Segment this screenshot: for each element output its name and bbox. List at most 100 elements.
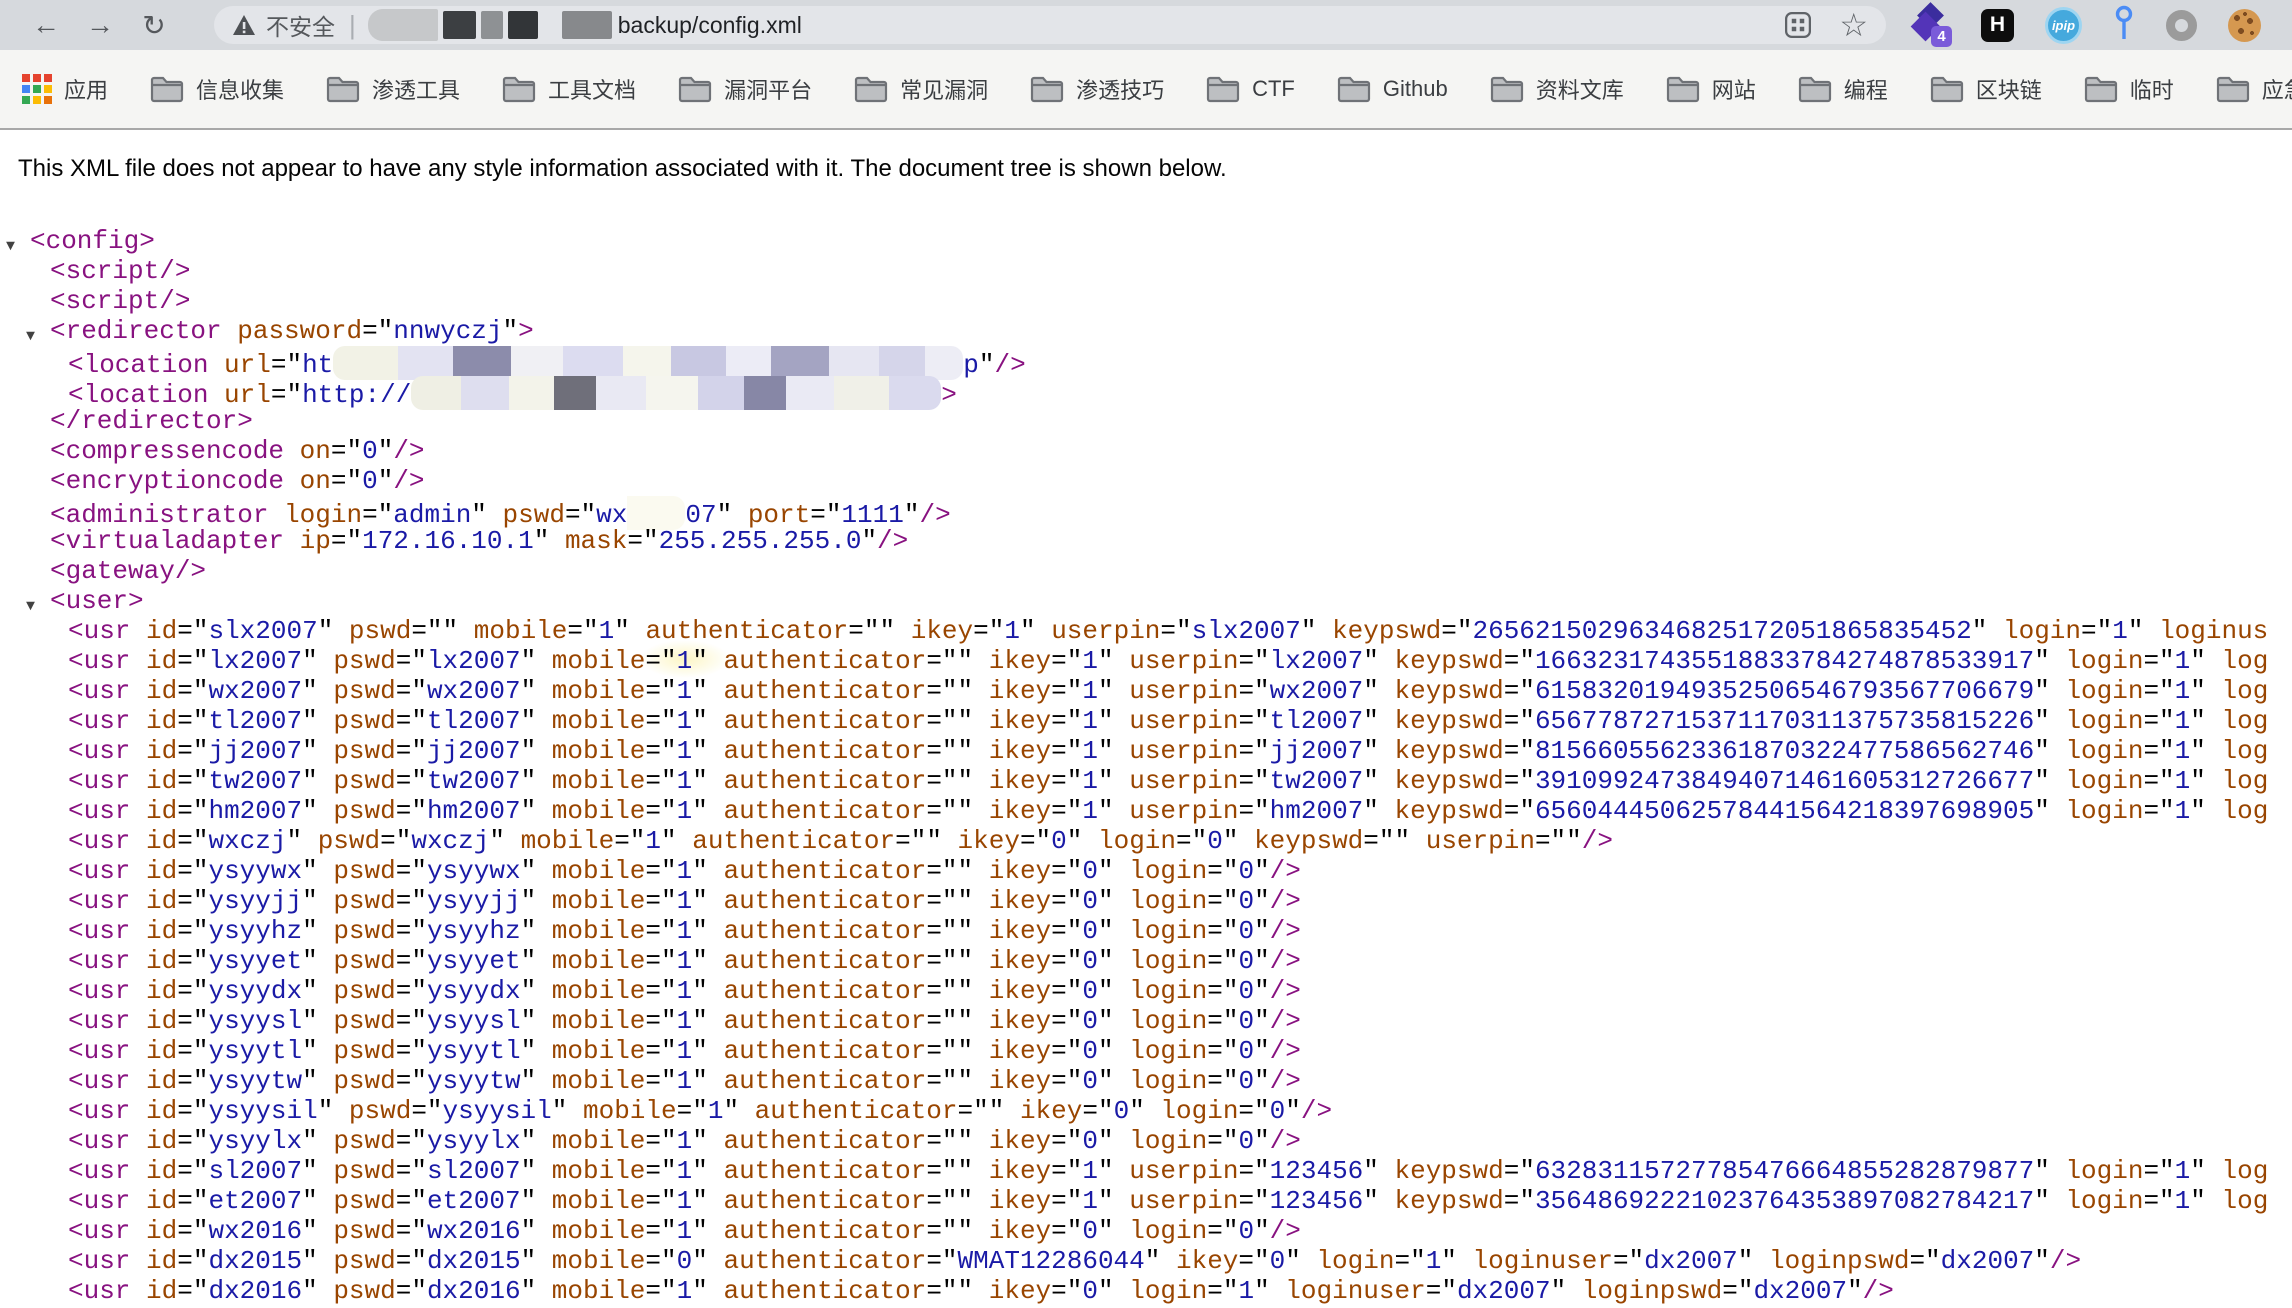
forward-button[interactable]: → [80, 5, 120, 45]
xml-token: login [1160, 1096, 1238, 1126]
back-button[interactable]: ← [26, 5, 66, 45]
xml-token: id [146, 976, 177, 1006]
xml-token: userpin [1129, 646, 1238, 676]
xml-token: " [1254, 1216, 1270, 1246]
xml-token: " [692, 1186, 708, 1216]
xml-token: " [521, 1246, 537, 1276]
ipip-extension-icon[interactable]: ipip [2045, 7, 2082, 44]
bookmark-item[interactable]: 编程 [1798, 73, 1888, 105]
xml-token: =" [1082, 1096, 1113, 1126]
xml-token: authenticator [645, 616, 848, 646]
xml-token [318, 706, 334, 736]
xml-token [284, 466, 300, 496]
xml-token: <usr [68, 616, 130, 646]
bookmark-item[interactable]: 渗透技巧 [1030, 73, 1164, 105]
xml-token [2206, 736, 2222, 766]
xml-token [536, 856, 552, 886]
xml-token: mobile [552, 1126, 646, 1156]
redaction-block [879, 346, 925, 380]
xml-token: wx2007 [208, 676, 302, 706]
xml-token: " [302, 1216, 318, 1246]
xml-token: dx2007 [1753, 1276, 1847, 1306]
xml-token: " [2034, 706, 2050, 736]
bookmark-label: 信息收集 [196, 73, 284, 105]
xml-token: pswd [333, 646, 395, 676]
bookmark-item[interactable]: 临时 [2084, 73, 2174, 105]
address-bar[interactable]: 不安全 | backup/config.xml ☆ [214, 6, 1886, 44]
xml-token [1114, 946, 1130, 976]
bookmark-label: Github [1383, 76, 1448, 102]
xml-token [1114, 1276, 1130, 1306]
xml-token: ikey [989, 796, 1051, 826]
xml-token: " [521, 766, 537, 796]
xml-token: " [1254, 1066, 1270, 1096]
xml-token: 61583201949352506546793567706679 [1535, 676, 2034, 706]
xml-token: ysyylx [427, 1126, 521, 1156]
xml-token [130, 1276, 146, 1306]
xml-token [708, 706, 724, 736]
xml-token: keypswd [1395, 706, 1504, 736]
xml-token: 0 [362, 436, 378, 466]
xml-token [708, 1006, 724, 1036]
xml-token: id [146, 1156, 177, 1186]
xml-token: keypswd [1395, 676, 1504, 706]
ring-extension-icon[interactable] [2166, 10, 2197, 41]
bookmark-item[interactable]: 网站 [1666, 73, 1756, 105]
xml-token: id [146, 796, 177, 826]
xml-token: ysyysl [208, 1006, 302, 1036]
bookmark-item[interactable]: 信息收集 [150, 73, 284, 105]
xml-token: " [1363, 676, 1379, 706]
xml-token: =" [1238, 1156, 1269, 1186]
xml-token: " [443, 616, 459, 646]
xml-token [708, 856, 724, 886]
xml-token [318, 676, 334, 706]
xml-token: loginpswd [1769, 1246, 1909, 1276]
bookmark-item[interactable]: 渗透工具 [326, 73, 460, 105]
hackbar-extension-icon[interactable]: H [1981, 9, 2014, 42]
security-chip[interactable]: 不安全 [232, 8, 335, 42]
bookmark-label: 应急 [2262, 73, 2292, 105]
reload-button[interactable]: ↻ [134, 5, 174, 45]
xml-token: " [958, 1276, 974, 1306]
proxy-extension-icon[interactable]: 4 [1912, 5, 1950, 45]
xml-token [1753, 1246, 1769, 1276]
bookmark-item[interactable]: 漏洞平台 [678, 73, 812, 105]
xml-token: 0 [1270, 1246, 1286, 1276]
xml-token: 0 [1207, 826, 1223, 856]
xml-token: /> [393, 436, 424, 466]
xml-token: =" [1051, 946, 1082, 976]
cookie-extension-icon[interactable] [2228, 9, 2261, 42]
xml-token: =" [1238, 676, 1269, 706]
bookmark-star-icon[interactable]: ☆ [1839, 9, 1868, 41]
xml-token: login [2065, 1156, 2143, 1186]
xml-token: id [146, 886, 177, 916]
bookmark-item[interactable]: 工具文档 [502, 73, 636, 105]
xml-token: ysyyjj [208, 886, 302, 916]
bookmark-item[interactable]: 应急 [2216, 73, 2292, 105]
xml-token [973, 1156, 989, 1186]
bookmark-item[interactable]: 应用 [22, 73, 108, 105]
qr-code-icon[interactable] [1783, 10, 1813, 40]
xml-token: " [958, 706, 974, 736]
location-pin-extension-icon[interactable] [2113, 5, 2135, 46]
bookmark-item[interactable]: 区块链 [1930, 73, 2042, 105]
bookmark-item[interactable]: 资料文库 [1490, 73, 1624, 105]
xml-token: =" [645, 1276, 676, 1306]
xml-token: " [1223, 826, 1239, 856]
xml-token [708, 1126, 724, 1156]
bookmark-item[interactable]: Github [1337, 75, 1448, 103]
xml-token: =" [645, 916, 676, 946]
xml-token: " [521, 856, 537, 886]
xml-token [318, 796, 334, 826]
xml-token: wx2007 [427, 676, 521, 706]
xml-token: /> [1270, 1066, 1301, 1096]
bookmark-item[interactable]: 常见漏洞 [854, 73, 988, 105]
xml-token: mobile [552, 1186, 646, 1216]
xml-token: " [318, 1096, 334, 1126]
xml-token: 0 [1114, 1096, 1130, 1126]
xml-token: " [1098, 946, 1114, 976]
xml-token: " [302, 706, 318, 736]
xml-token: =" [396, 856, 427, 886]
xml-token: =" [1051, 1156, 1082, 1186]
bookmark-item[interactable]: CTF [1206, 75, 1295, 103]
